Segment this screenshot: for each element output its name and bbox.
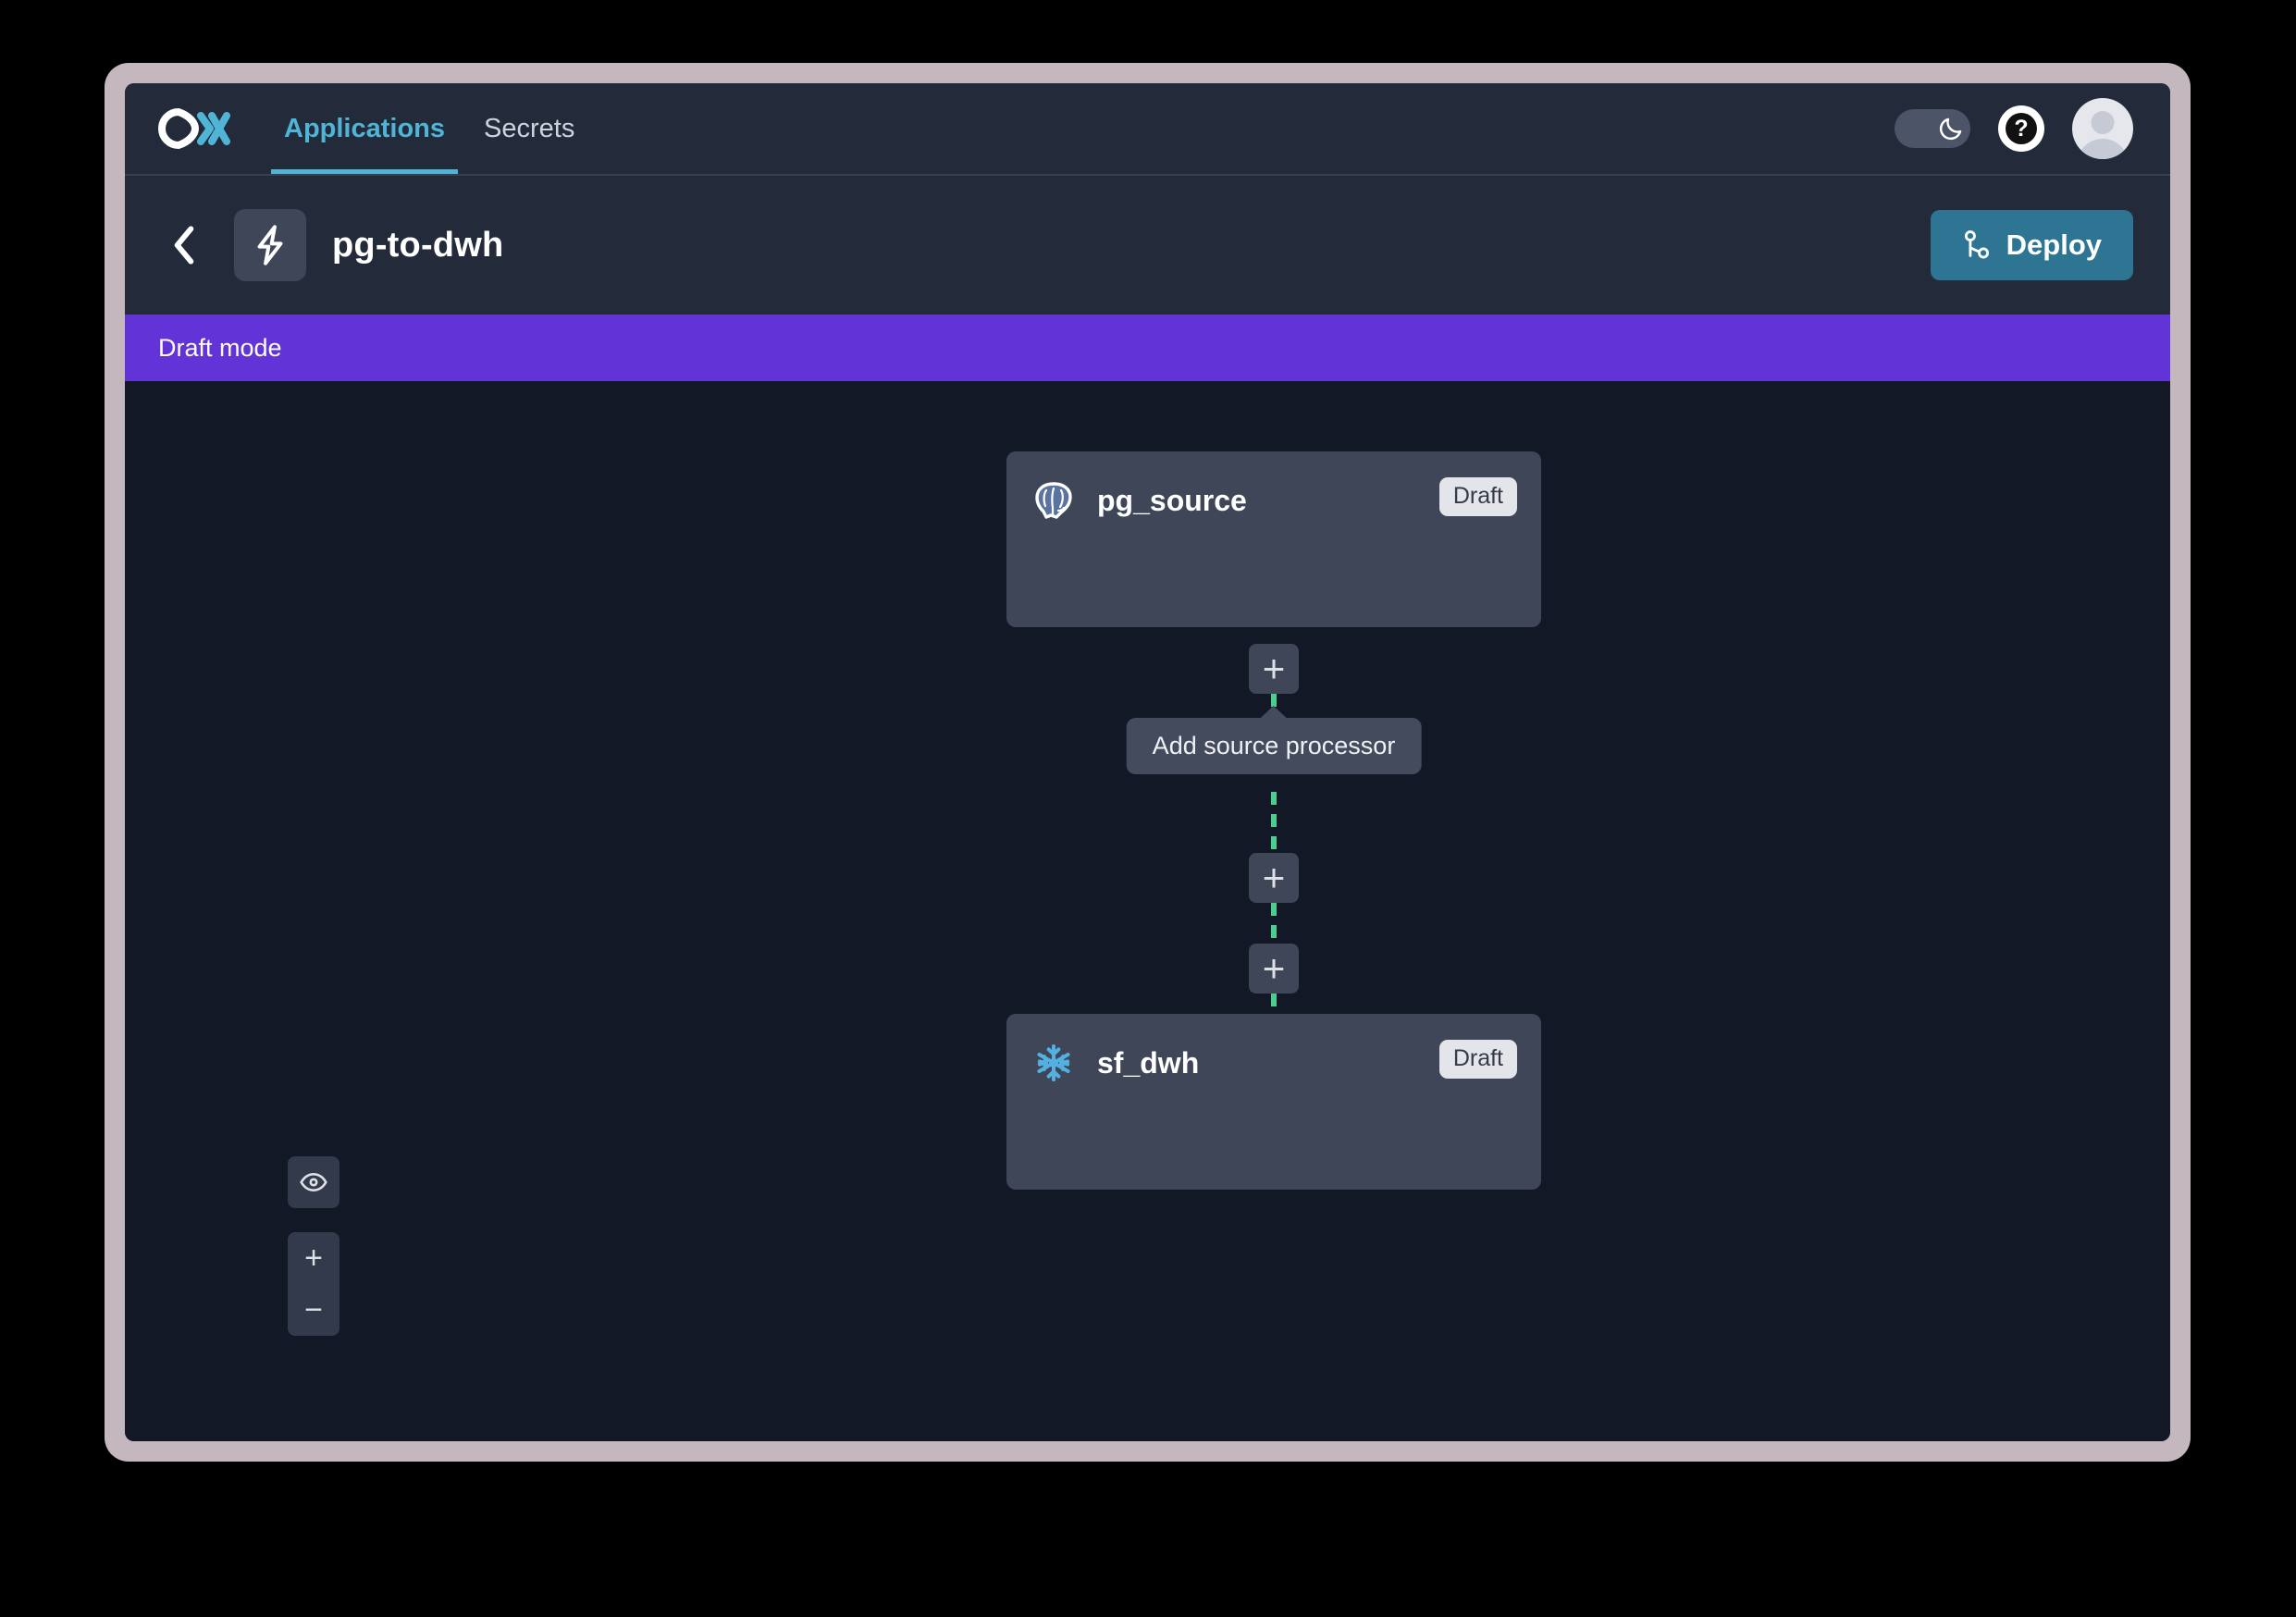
postgresql-elephant-glyph — [1035, 482, 1072, 519]
avatar-head — [2091, 111, 2115, 134]
zoom-in-button[interactable]: + — [288, 1232, 339, 1284]
top-navigation-bar: Applications Secrets ? — [125, 83, 2170, 176]
user-avatar[interactable] — [2072, 98, 2133, 159]
add-destination-processor-button[interactable]: + — [1249, 944, 1299, 994]
zoom-out-button[interactable]: − — [288, 1284, 339, 1336]
plus-glyph: + — [1262, 647, 1286, 691]
dark-mode-toggle[interactable] — [1895, 109, 1970, 148]
node-sf-dwh-label: sf_dwh — [1097, 1046, 1200, 1080]
snowflake-icon — [1031, 1040, 1077, 1086]
node-sf-dwh-status-badge: Draft — [1438, 1040, 1517, 1079]
topnav-actions: ? — [1895, 98, 2133, 159]
tooltip-add-source-processor: Add source processor — [1126, 718, 1422, 774]
plus-glyph: + — [1262, 856, 1286, 900]
lightning-bolt-icon — [257, 225, 283, 265]
eye-icon — [300, 1173, 327, 1191]
zoom-controls: + − — [288, 1232, 339, 1336]
main-tabs: Applications Secrets — [271, 83, 587, 174]
deploy-button-label: Deploy — [2006, 228, 2102, 261]
help-label: ? — [2006, 113, 2037, 144]
add-source-processor-button[interactable]: + — [1249, 644, 1299, 694]
conduit-logo[interactable] — [158, 108, 230, 149]
help-button[interactable]: ? — [1998, 105, 2044, 152]
avatar-body — [2077, 139, 2129, 159]
plus-glyph: + — [1262, 946, 1286, 991]
node-pg-source-status-badge: Draft — [1438, 477, 1517, 516]
git-branch-icon — [1964, 230, 1989, 259]
tooltip-text: Add source processor — [1152, 732, 1396, 759]
application-icon — [234, 209, 306, 281]
pipeline-flow: pg_source Draft + Add source processor +… — [1006, 451, 1541, 1190]
conduit-logo-icon — [158, 108, 230, 149]
edge-segment — [1271, 994, 1277, 1014]
dark-mode-toggle-knob — [1935, 113, 1967, 144]
moon-icon — [1939, 117, 1962, 141]
node-pg-source[interactable]: pg_source Draft — [1006, 451, 1541, 627]
pipeline-canvas[interactable]: pg_source Draft + Add source processor +… — [125, 381, 2170, 1441]
deploy-button[interactable]: Deploy — [1930, 210, 2133, 280]
chevron-left-icon — [174, 226, 194, 265]
fit-view-button[interactable] — [288, 1156, 339, 1208]
tab-secrets[interactable]: Secrets — [471, 83, 587, 174]
zoom-in-label: + — [304, 1241, 323, 1276]
back-button[interactable] — [158, 219, 210, 271]
tab-secrets-label: Secrets — [484, 113, 575, 143]
add-processor-button-middle[interactable]: + — [1249, 853, 1299, 903]
pipeline-connector: + Add source processor + + — [1006, 627, 1541, 1014]
browser-window-frame: Applications Secrets ? pg-to-dwh Deploy … — [105, 63, 2191, 1462]
page-title: pg-to-dwh — [332, 225, 504, 265]
draft-mode-banner-label: Draft mode — [158, 333, 282, 362]
tab-applications[interactable]: Applications — [271, 83, 459, 174]
node-pg-source-label: pg_source — [1097, 484, 1247, 517]
application-header: pg-to-dwh Deploy — [125, 176, 2170, 315]
postgresql-icon — [1031, 477, 1077, 524]
node-sf-dwh[interactable]: sf_dwh Draft — [1006, 1014, 1541, 1190]
edge-segment — [1271, 903, 1277, 944]
zoom-out-label: − — [304, 1292, 323, 1327]
draft-mode-banner: Draft mode — [125, 315, 2170, 381]
snowflake-glyph — [1037, 1043, 1070, 1082]
tab-applications-label: Applications — [284, 113, 446, 143]
canvas-controls: + − — [288, 1156, 339, 1336]
app-window: Applications Secrets ? pg-to-dwh Deploy … — [125, 83, 2170, 1441]
edge-segment — [1271, 792, 1277, 853]
